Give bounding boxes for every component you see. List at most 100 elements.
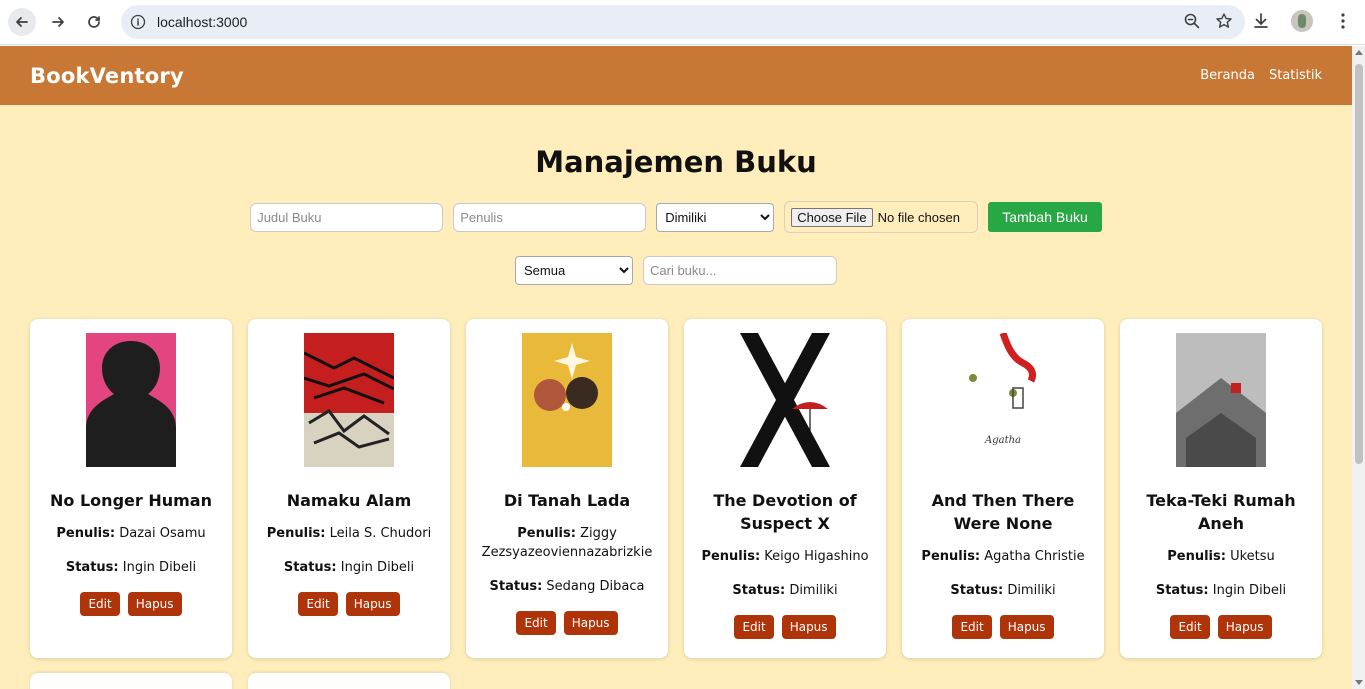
author-label: Penulis: <box>266 526 326 541</box>
author-value: Leila S. Chudori <box>329 526 432 541</box>
book-author: Penulis: Dazai Osamu <box>48 524 213 543</box>
author-label: Penulis: <box>56 526 116 541</box>
scroll-up-arrow[interactable] <box>1355 50 1363 55</box>
delete-button[interactable]: Hapus <box>999 615 1054 639</box>
download-icon[interactable] <box>1251 11 1271 31</box>
book-author: Penulis: Keigo Higashino <box>693 547 876 566</box>
status-value: Dimiliki <box>1007 583 1056 598</box>
profile-avatar[interactable] <box>1291 10 1313 32</box>
brand-logo[interactable]: BookVentory <box>30 64 184 88</box>
page-scrollbar[interactable] <box>1352 46 1365 689</box>
book-cover-image <box>86 333 176 467</box>
nav-statistik[interactable]: Statistik <box>1269 68 1322 83</box>
edit-button[interactable]: Edit <box>952 615 992 639</box>
status-label: Status: <box>1155 583 1209 598</box>
search-input[interactable] <box>643 256 837 285</box>
add-book-button[interactable]: Tambah Buku <box>988 202 1102 232</box>
book-title: And Then There Were None <box>931 491 1075 533</box>
title-input[interactable] <box>250 202 444 232</box>
reload-button[interactable] <box>80 8 108 36</box>
book-title: Teka-Teki Rumah Aneh <box>1146 491 1296 533</box>
bookmark-star-icon[interactable] <box>1215 12 1233 30</box>
author-label: Penulis: <box>517 526 576 541</box>
book-cover-image <box>522 333 612 467</box>
address-bar[interactable]: localhost:3000 <box>121 5 1245 39</box>
scroll-down-arrow[interactable] <box>1355 680 1363 685</box>
book-author: Penulis: Agatha Christie <box>913 547 1092 566</box>
reload-icon <box>88 16 100 28</box>
book-card: No Longer Human Penulis: Dazai Osamu Sta… <box>30 319 232 658</box>
edit-button[interactable]: Edit <box>80 592 120 616</box>
status-value: Ingin Dibeli <box>122 560 197 575</box>
book-cover-image <box>1176 333 1266 467</box>
back-button[interactable] <box>8 8 36 36</box>
zoom-icon[interactable] <box>1183 12 1201 30</box>
book-title: Namaku Alam <box>286 491 412 510</box>
card-actions: Edit Hapus <box>734 615 836 639</box>
status-value: Dimiliki <box>789 583 838 598</box>
status-value: Ingin Dibeli <box>340 560 415 575</box>
delete-button[interactable]: Hapus <box>781 615 836 639</box>
forward-button[interactable] <box>44 8 72 36</box>
status-select[interactable]: Dimiliki <box>656 202 775 232</box>
book-status: Status: Dimiliki <box>724 581 845 600</box>
card-actions: Edit Hapus <box>298 592 400 616</box>
edit-button[interactable]: Edit <box>516 611 556 635</box>
card-actions: Edit Hapus <box>516 611 618 635</box>
more-vert-icon[interactable] <box>1333 11 1353 31</box>
book-card: Di Tanah Lada Penulis: Ziggy Zezsyazeovi… <box>466 319 668 658</box>
cover-file-input[interactable]: Choose File No file chosen <box>784 201 979 233</box>
site-info-icon[interactable] <box>129 13 147 31</box>
scroll-thumb[interactable] <box>1355 64 1363 464</box>
author-value: Agatha Christie <box>984 549 1085 564</box>
status-label: Status: <box>283 560 337 575</box>
book-author: Penulis: Uketsu <box>1159 547 1283 566</box>
book-cover-image: Agatha <box>958 333 1048 467</box>
book-author: Penulis: Leila S. Chudori <box>259 524 439 543</box>
filter-bar: Semua <box>0 256 1352 285</box>
status-label: Status: <box>950 583 1004 598</box>
file-status-text: No file chosen <box>877 209 960 225</box>
book-title: The Devotion of Suspect X <box>713 491 857 533</box>
nav-beranda[interactable]: Beranda <box>1200 68 1255 83</box>
book-grid: No Longer Human Penulis: Dazai Osamu Sta… <box>30 319 1322 658</box>
book-card: Agatha And Then There Were None Penulis:… <box>902 319 1104 658</box>
author-value: Dazai Osamu <box>119 526 206 541</box>
browser-toolbar: localhost:3000 <box>0 0 1365 45</box>
edit-button[interactable]: Edit <box>734 615 774 639</box>
book-card: Teka-Teki Rumah Aneh Penulis: Uketsu Sta… <box>1120 319 1322 658</box>
status-value: Sedang Dibaca <box>546 579 645 594</box>
book-status: Status: Sedang Dibaca <box>482 577 653 596</box>
author-input[interactable] <box>453 202 647 232</box>
delete-button[interactable]: Hapus <box>563 611 618 635</box>
card-actions: Edit Hapus <box>952 615 1054 639</box>
author-value: Uketsu <box>1230 549 1275 564</box>
author-value: Keigo Higashino <box>764 549 869 564</box>
delete-button[interactable]: Hapus <box>127 592 182 616</box>
book-status: Status: Ingin Dibeli <box>276 558 422 577</box>
card-actions: Edit Hapus <box>1170 615 1272 639</box>
book-card: Namaku Alam Penulis: Leila S. Chudori St… <box>248 319 450 658</box>
edit-button[interactable]: Edit <box>298 592 338 616</box>
arrow-left-icon <box>16 17 28 27</box>
book-title: No Longer Human <box>50 491 212 510</box>
author-label: Penulis: <box>701 549 761 564</box>
author-label: Penulis: <box>921 549 981 564</box>
page-title: Manajemen Buku <box>535 145 817 179</box>
svg-text:Agatha: Agatha <box>984 435 1021 446</box>
book-status: Status: Dimiliki <box>942 581 1063 600</box>
book-author: Penulis: Ziggy Zezsyazeoviennazabrizkie <box>466 524 668 562</box>
delete-button[interactable]: Hapus <box>1217 615 1272 639</box>
status-label: Status: <box>732 583 786 598</box>
status-value: Ingin Dibeli <box>1212 583 1287 598</box>
url-text[interactable]: localhost:3000 <box>157 14 247 30</box>
choose-file-button[interactable]: Choose File <box>791 207 873 227</box>
delete-button[interactable]: Hapus <box>345 592 400 616</box>
book-card-partial <box>248 673 450 689</box>
filter-status-select[interactable]: Semua <box>515 256 633 285</box>
book-cover-image <box>304 333 394 467</box>
book-card-partial <box>30 673 232 689</box>
edit-button[interactable]: Edit <box>1170 615 1210 639</box>
card-actions: Edit Hapus <box>80 592 182 616</box>
book-card: The Devotion of Suspect X Penulis: Keigo… <box>684 319 886 658</box>
